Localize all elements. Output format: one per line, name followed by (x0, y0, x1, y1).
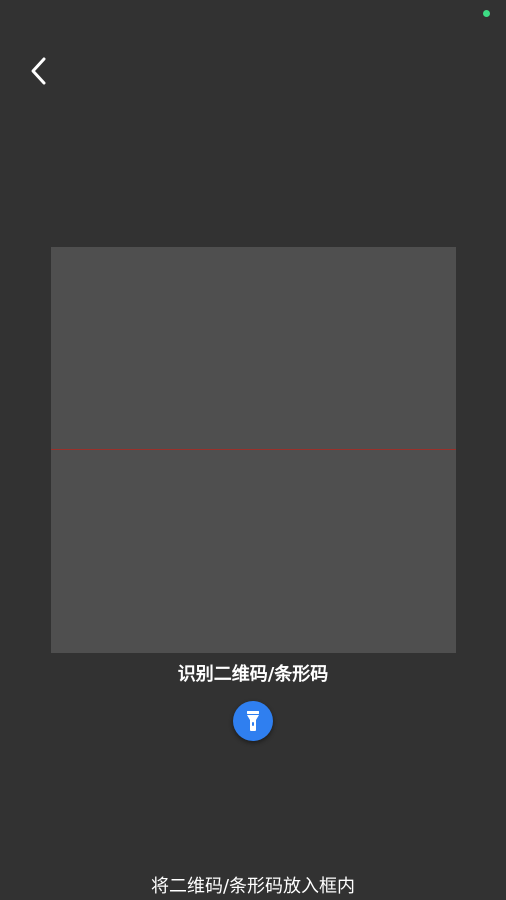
chevron-left-icon (31, 57, 46, 85)
flashlight-icon (247, 711, 259, 731)
scan-title: 识别二维码/条形码 (177, 664, 329, 685)
qr-scanner-screen: 识别二维码/条形码 将二维码/条形码放入框内 (0, 0, 506, 900)
status-indicator-dot (483, 10, 490, 17)
scan-line (51, 449, 456, 450)
scan-hint-text: 将二维码/条形码放入框内 (150, 876, 356, 897)
scan-frame (51, 247, 456, 653)
back-button[interactable] (22, 54, 56, 88)
flashlight-button[interactable] (233, 701, 273, 741)
